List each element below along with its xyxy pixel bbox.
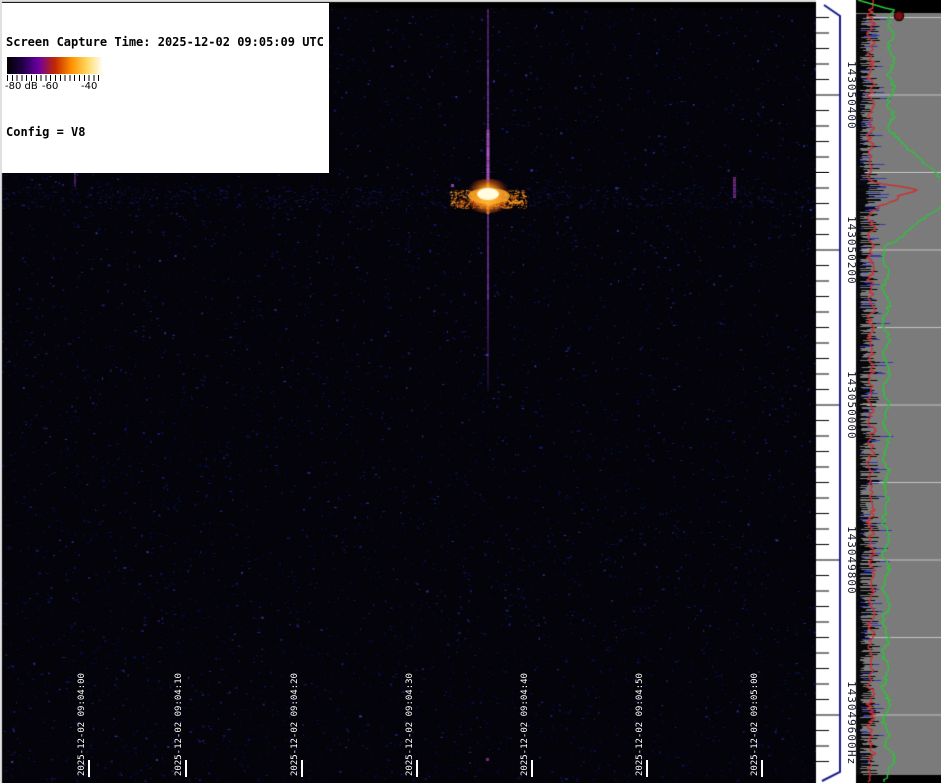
spectrum-graph[interactable] [856, 0, 941, 783]
frequency-scale[interactable] [816, 0, 856, 783]
spectrum-display-window: Screen Capture Time: 2025-12-02 09:05:09… [0, 0, 941, 783]
waterfall-display[interactable] [0, 0, 816, 783]
